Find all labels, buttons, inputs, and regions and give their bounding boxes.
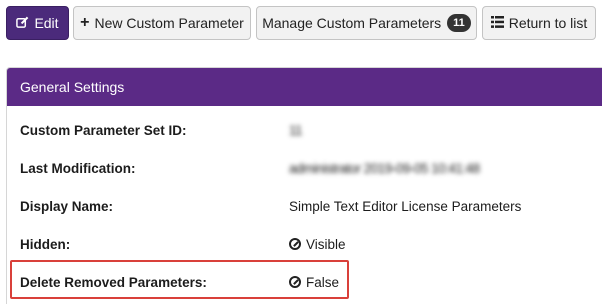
ban-icon xyxy=(289,238,301,250)
new-custom-parameter-label: New Custom Parameter xyxy=(94,15,244,31)
parameter-count-badge: 11 xyxy=(447,14,471,32)
new-custom-parameter-button[interactable]: + New Custom Parameter xyxy=(73,6,251,40)
manage-custom-parameters-label: Manage Custom Parameters xyxy=(262,15,442,31)
row-value: Simple Text Editor License Parameters xyxy=(289,198,522,214)
toolbar: Edit + New Custom Parameter Manage Custo… xyxy=(0,0,602,50)
row-custom-parameter-set-id: Custom Parameter Set ID: 11 xyxy=(7,111,602,149)
row-label: Custom Parameter Set ID: xyxy=(20,122,187,138)
row-display-name: Display Name: Simple Text Editor License… xyxy=(7,187,602,225)
return-to-list-label: Return to list xyxy=(508,15,588,31)
pencil-square-icon xyxy=(16,16,29,31)
row-value: administrator 2019-09-05 10:41:48 xyxy=(289,160,480,176)
row-label: Hidden: xyxy=(20,236,71,252)
row-value: Visible xyxy=(306,236,346,252)
row-last-modification: Last Modification: administrator 2019-09… xyxy=(7,149,602,187)
row-value-wrap: Visible xyxy=(289,237,346,252)
edit-button[interactable]: Edit xyxy=(6,6,69,40)
row-hidden: Hidden: Visible xyxy=(7,225,602,263)
panel-title: General Settings xyxy=(7,68,602,106)
edit-button-label: Edit xyxy=(34,15,59,31)
row-label: Display Name: xyxy=(20,198,114,214)
list-icon xyxy=(490,16,504,30)
manage-custom-parameters-button[interactable]: Manage Custom Parameters 11 xyxy=(256,6,477,40)
highlight-box xyxy=(10,260,349,299)
row-label: Last Modification: xyxy=(20,160,136,176)
return-to-list-button[interactable]: Return to list xyxy=(482,6,596,40)
plus-icon: + xyxy=(80,14,90,31)
row-value: 11 xyxy=(289,122,303,138)
